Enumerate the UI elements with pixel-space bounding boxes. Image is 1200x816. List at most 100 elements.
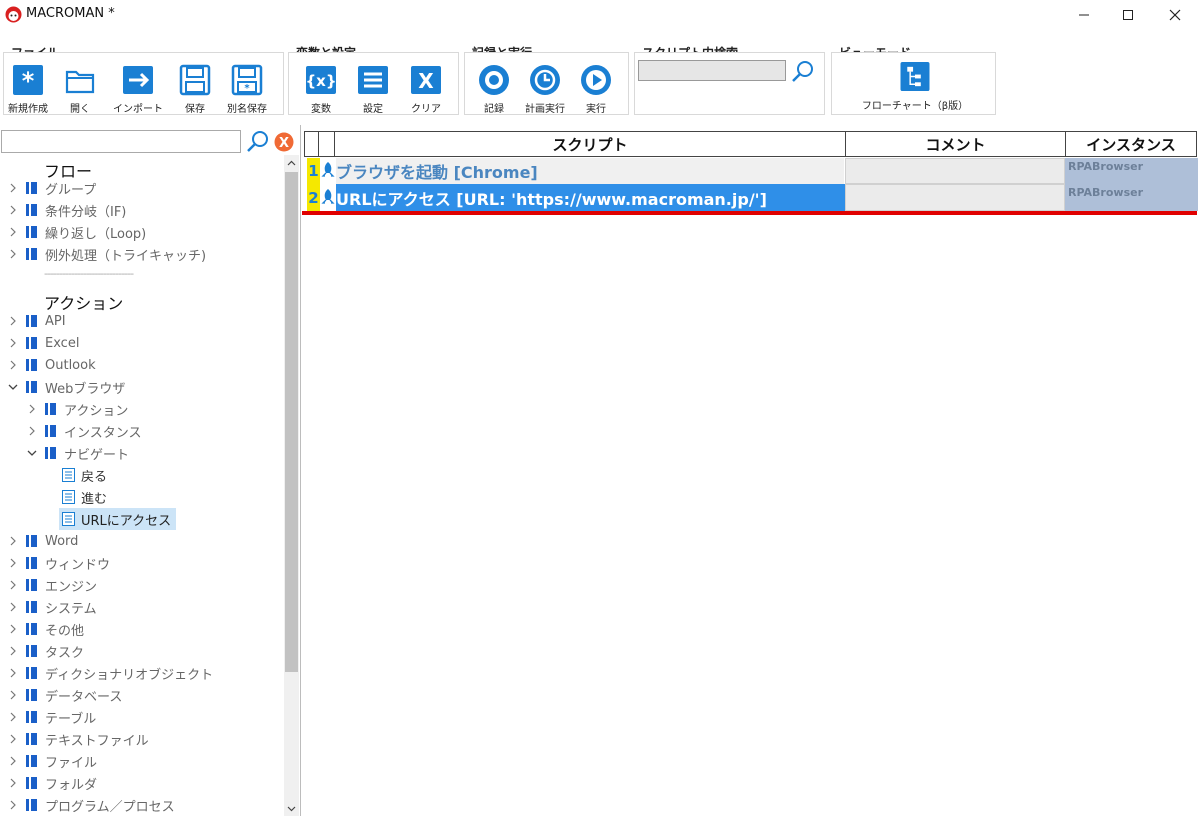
book-icon (26, 799, 37, 811)
chevron-right-icon (27, 404, 37, 414)
tree-item-label: 条件分岐（IF) (45, 204, 127, 220)
variable-x-icon: {x} (304, 64, 338, 96)
minimize-button[interactable] (1061, 0, 1107, 30)
tree-item-access-url[interactable]: URLにアクセス (59, 508, 177, 530)
record-button[interactable]: 記録 (468, 62, 520, 126)
tree-item-back[interactable]: 戻る (62, 464, 107, 486)
chevron-right-icon (8, 602, 18, 612)
app-logo-icon (5, 6, 22, 23)
tree-item-web-instance[interactable]: インスタンス (27, 420, 141, 442)
tree-item-engine[interactable]: エンジン (8, 574, 97, 596)
run-button-label: 実行 (586, 104, 606, 115)
comment-cell[interactable] (845, 184, 1065, 211)
tree-item-api[interactable]: API (8, 310, 66, 332)
tree-item-system[interactable]: システム (8, 596, 97, 618)
tree-item-web-navigate[interactable]: ナビゲート (27, 442, 129, 464)
tree-scrollbar-thumb[interactable] (285, 172, 298, 672)
schedule-button[interactable]: 計画実行 (519, 62, 571, 126)
table-row-selected[interactable]: 2 URLにアクセス [URL: 'https://www.macroman.j… (304, 184, 1198, 212)
book-icon (26, 226, 37, 238)
tree-search-input[interactable] (1, 130, 241, 153)
variables-button[interactable]: {x} 変数 (295, 62, 347, 126)
grid-header-script[interactable]: スクリプト (334, 131, 846, 157)
tree-item-web-browser[interactable]: Webブラウザ (8, 376, 125, 398)
save-disk-icon (178, 64, 212, 96)
tree-item-database[interactable]: データベース (8, 684, 122, 706)
settings-button[interactable]: 設定 (347, 62, 399, 126)
clear-x-icon: X (409, 64, 443, 96)
close-button[interactable] (1152, 0, 1198, 30)
tree-search-button[interactable] (246, 130, 270, 154)
instance-cell[interactable]: RPABrowser (1065, 184, 1198, 211)
book-icon (26, 381, 37, 393)
tree-search-clear-button[interactable]: X (274, 132, 294, 152)
book-icon (45, 447, 56, 459)
comment-cell[interactable] (845, 158, 1065, 184)
import-button[interactable]: インポート (112, 62, 164, 126)
tree-item-task[interactable]: タスク (8, 640, 84, 662)
run-button[interactable]: 実行 (570, 62, 622, 126)
tree-item-other[interactable]: その他 (8, 618, 84, 640)
scroll-down-button[interactable] (284, 802, 299, 816)
instance-cell[interactable]: RPABrowser (1065, 158, 1198, 184)
book-icon (26, 733, 37, 745)
chevron-down-icon (287, 806, 296, 812)
tree-item-text-file[interactable]: テキストファイル (8, 728, 149, 750)
settings-button-label: 設定 (363, 104, 383, 115)
book-icon (26, 557, 37, 569)
grid-header-comment[interactable]: コメント (845, 131, 1066, 157)
tree-item-table[interactable]: テーブル (8, 706, 96, 728)
new-button[interactable]: * 新規作成 (2, 62, 54, 126)
tree-item-folder[interactable]: フォルダ (8, 772, 97, 794)
tree-item-excel[interactable]: Excel (8, 332, 79, 354)
save-button[interactable]: 保存 (169, 62, 221, 126)
tree-item-label: 戻る (81, 469, 108, 485)
save-as-button[interactable]: * 別名保存 (221, 62, 273, 126)
tree-item-label: Outlook (45, 357, 96, 373)
svg-text:X: X (418, 69, 434, 93)
record-icon (477, 64, 511, 96)
tree-item-outlook[interactable]: Outlook (8, 354, 96, 376)
tree-item-label: テーブル (45, 711, 97, 727)
table-row[interactable]: 1 ブラウザを起動 [Chrome] RPABrowser (304, 157, 1198, 184)
panel-splitter[interactable] (300, 125, 301, 816)
clear-button[interactable]: X クリア (400, 62, 452, 126)
clear-icon: X (274, 132, 294, 152)
chevron-right-icon (8, 227, 18, 237)
tree-item-try-catch[interactable]: 例外処理（トライキャッチ) (8, 243, 206, 265)
grid-header-instance[interactable]: インスタンス (1065, 131, 1197, 157)
tree-item-dictionary[interactable]: ディクショナリオブジェクト (8, 662, 213, 684)
maximize-button[interactable] (1105, 0, 1151, 30)
tree-item-group[interactable]: グループ (8, 177, 96, 199)
script-cell[interactable]: URLにアクセス [URL: 'https://www.macroman.jp/… (336, 184, 845, 211)
script-cell[interactable]: ブラウザを起動 [Chrome] (336, 158, 844, 184)
chevron-right-icon (8, 756, 18, 766)
tree-item-program-process[interactable]: プログラム／プロセス (8, 794, 175, 816)
svg-text:*: * (22, 67, 35, 95)
tree-separator: ------------------------------ (44, 267, 134, 280)
chevron-right-icon (27, 426, 37, 436)
book-icon (26, 579, 37, 591)
open-button[interactable]: 開く (54, 62, 106, 126)
tree-item-web-action[interactable]: アクション (27, 398, 128, 420)
tree-item-word[interactable]: Word (8, 530, 78, 552)
scroll-up-button[interactable] (284, 156, 299, 170)
chevron-right-icon (8, 536, 18, 546)
script-search-button[interactable] (790, 59, 816, 85)
tree-item-label: グループ (45, 182, 97, 198)
chevron-right-icon (8, 690, 18, 700)
tree-item-window[interactable]: ウィンドウ (8, 552, 110, 574)
tree-item-forward[interactable]: 進む (62, 486, 107, 508)
book-icon (26, 315, 37, 327)
book-icon (26, 182, 37, 194)
flowchart-button[interactable]: フローチャート（β版） (860, 62, 970, 112)
tree-item-if[interactable]: 条件分岐（IF) (8, 199, 126, 221)
tree-item-loop[interactable]: 繰り返し（Loop) (8, 221, 146, 243)
book-icon (26, 711, 37, 723)
tree-item-label: Webブラウザ (45, 381, 126, 397)
chevron-right-icon (8, 558, 18, 568)
script-search-input[interactable] (638, 60, 786, 81)
tree-item-file[interactable]: ファイル (8, 750, 97, 772)
tree-item-label: データベース (45, 689, 123, 705)
page-icon (62, 468, 75, 482)
